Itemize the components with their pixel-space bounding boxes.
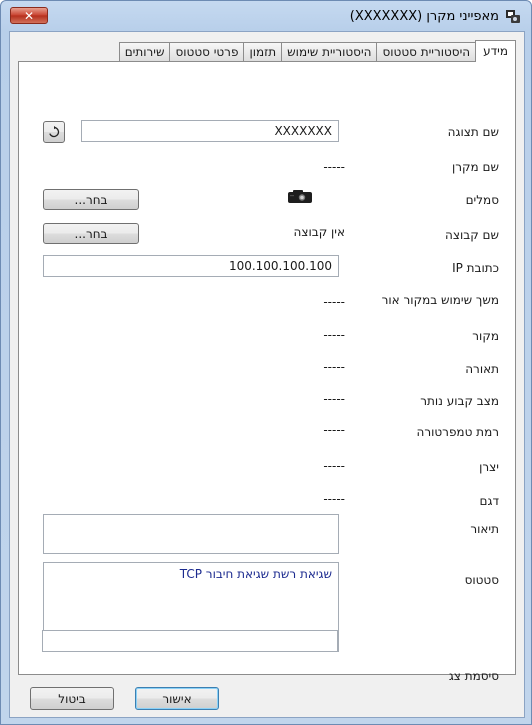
temperature-level-value: ----- (323, 423, 345, 437)
source-value: ----- (323, 328, 345, 342)
window-title: מאפייני מקרן (XXXXXXX) (349, 9, 499, 24)
choose-group-button[interactable]: בחר... (43, 223, 139, 244)
tab-strip: מידע היסטוריית סטטוס היסטוריית שימוש תזמ… (118, 40, 516, 62)
temperature-level-label: רמת טמפרטורה (416, 425, 500, 439)
display-password-label: סיסמת צג (448, 669, 499, 683)
tab-schedule[interactable]: תזמון (243, 42, 283, 62)
lighting-label: תאורה (465, 362, 499, 376)
tab-status-history[interactable]: היסטוריית סטטוס (376, 42, 477, 62)
source-label: מקור (472, 329, 499, 343)
tab-services[interactable]: שירותים (118, 42, 171, 62)
cancel-button[interactable]: ביטול (30, 687, 114, 710)
manufacturer-label: יצרן (479, 460, 499, 474)
dialog-client-area: מידע היסטוריית סטטוס היסטוריית שימוש תזמ… (9, 31, 525, 718)
lighting-value: ----- (323, 360, 345, 374)
properties-window: מאפייני מקרן (XXXXXXX) ✕ מידע היסטוריית … (0, 0, 532, 725)
shutter-status-label: מצב קבוע נותר (420, 394, 499, 408)
manufacturer-value: ----- (323, 459, 345, 473)
icons-label: סמלים (465, 193, 499, 207)
lamp-hours-value: ----- (323, 295, 345, 309)
projector-name-value: ----- (323, 160, 345, 174)
close-button[interactable]: ✕ (10, 7, 48, 24)
ip-address-input[interactable]: 100.100.100.100 (43, 255, 339, 277)
projector-properties-icon (506, 10, 520, 23)
display-password-input[interactable] (42, 630, 338, 652)
group-name-label: שם קבוצה (445, 228, 499, 242)
projector-icon (288, 190, 312, 203)
projector-name-label: שם מקרן (452, 160, 499, 174)
lamp-hours-label: משך שימוש במקור אור (381, 293, 499, 307)
shutter-status-value: ----- (323, 392, 345, 406)
title-bar[interactable]: מאפייני מקרן (XXXXXXX) ✕ (1, 1, 531, 29)
ok-button[interactable]: אישור (135, 687, 219, 710)
choose-icon-button[interactable]: בחר... (43, 189, 139, 210)
group-name-value: אין קבוצה (293, 225, 345, 239)
model-value: ----- (323, 492, 345, 506)
tab-status-details[interactable]: פרטי סטטוס (169, 42, 245, 62)
refresh-button[interactable] (43, 121, 65, 143)
description-label: תיאור (470, 522, 499, 536)
tab-usage-history[interactable]: היסטוריית שימוש (281, 42, 378, 62)
display-name-input[interactable]: XXXXXXX (81, 120, 339, 142)
tab-info[interactable]: מידע (475, 40, 516, 62)
display-name-label: שם תצוגה (447, 125, 499, 139)
description-textarea[interactable] (43, 514, 339, 554)
model-label: דגם (479, 494, 499, 508)
status-label: סטטוס (464, 573, 499, 587)
info-panel: שם תצוגה XXXXXXX שם מקרן ----- סמלים בחר… (18, 61, 516, 683)
refresh-icon (49, 126, 60, 138)
ip-address-label: כתובת IP (452, 261, 499, 275)
